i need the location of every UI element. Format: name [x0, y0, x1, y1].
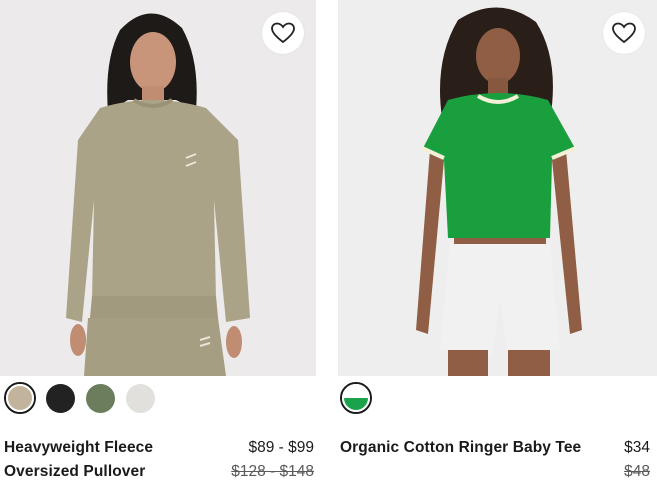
color-swatches — [340, 382, 372, 414]
product-name-line-2: Oversized Pullover — [4, 463, 146, 480]
original-price: $48 — [624, 463, 650, 480]
color-swatch-black[interactable] — [44, 382, 76, 414]
product-card-heavyweight-fleece[interactable]: Heavyweight Fleece Oversized Pullover $8… — [0, 0, 316, 480]
product-name[interactable]: Heavyweight Fleece Oversized Pullover — [4, 436, 184, 484]
model-photo — [416, 7, 582, 376]
product-price: $34 $48 — [624, 436, 650, 484]
original-price: $128 - $148 — [231, 463, 314, 480]
wishlist-button[interactable] — [603, 12, 645, 54]
product-price: $89 - $99 $128 - $148 — [231, 436, 314, 484]
product-card-ringer-baby-tee[interactable]: Organic Cotton Ringer Baby Tee $34 $48 — [338, 0, 657, 480]
color-swatch-white[interactable] — [124, 382, 156, 414]
color-swatch-green[interactable] — [84, 382, 116, 414]
product-name[interactable]: Organic Cotton Ringer Baby Tee — [340, 436, 600, 460]
color-swatch-green-white[interactable] — [340, 382, 372, 414]
product-name-line-1: Heavyweight Fleece — [4, 439, 154, 456]
product-image[interactable] — [338, 0, 657, 376]
model-photo — [66, 13, 250, 376]
sale-price: $34 — [624, 439, 650, 456]
heart-outline-icon — [271, 22, 295, 44]
color-swatches — [4, 382, 156, 414]
product-image[interactable] — [0, 0, 316, 376]
sale-price: $89 - $99 — [248, 439, 315, 456]
heart-outline-icon — [612, 22, 636, 44]
color-swatch-khaki[interactable] — [4, 382, 36, 414]
wishlist-button[interactable] — [262, 12, 304, 54]
